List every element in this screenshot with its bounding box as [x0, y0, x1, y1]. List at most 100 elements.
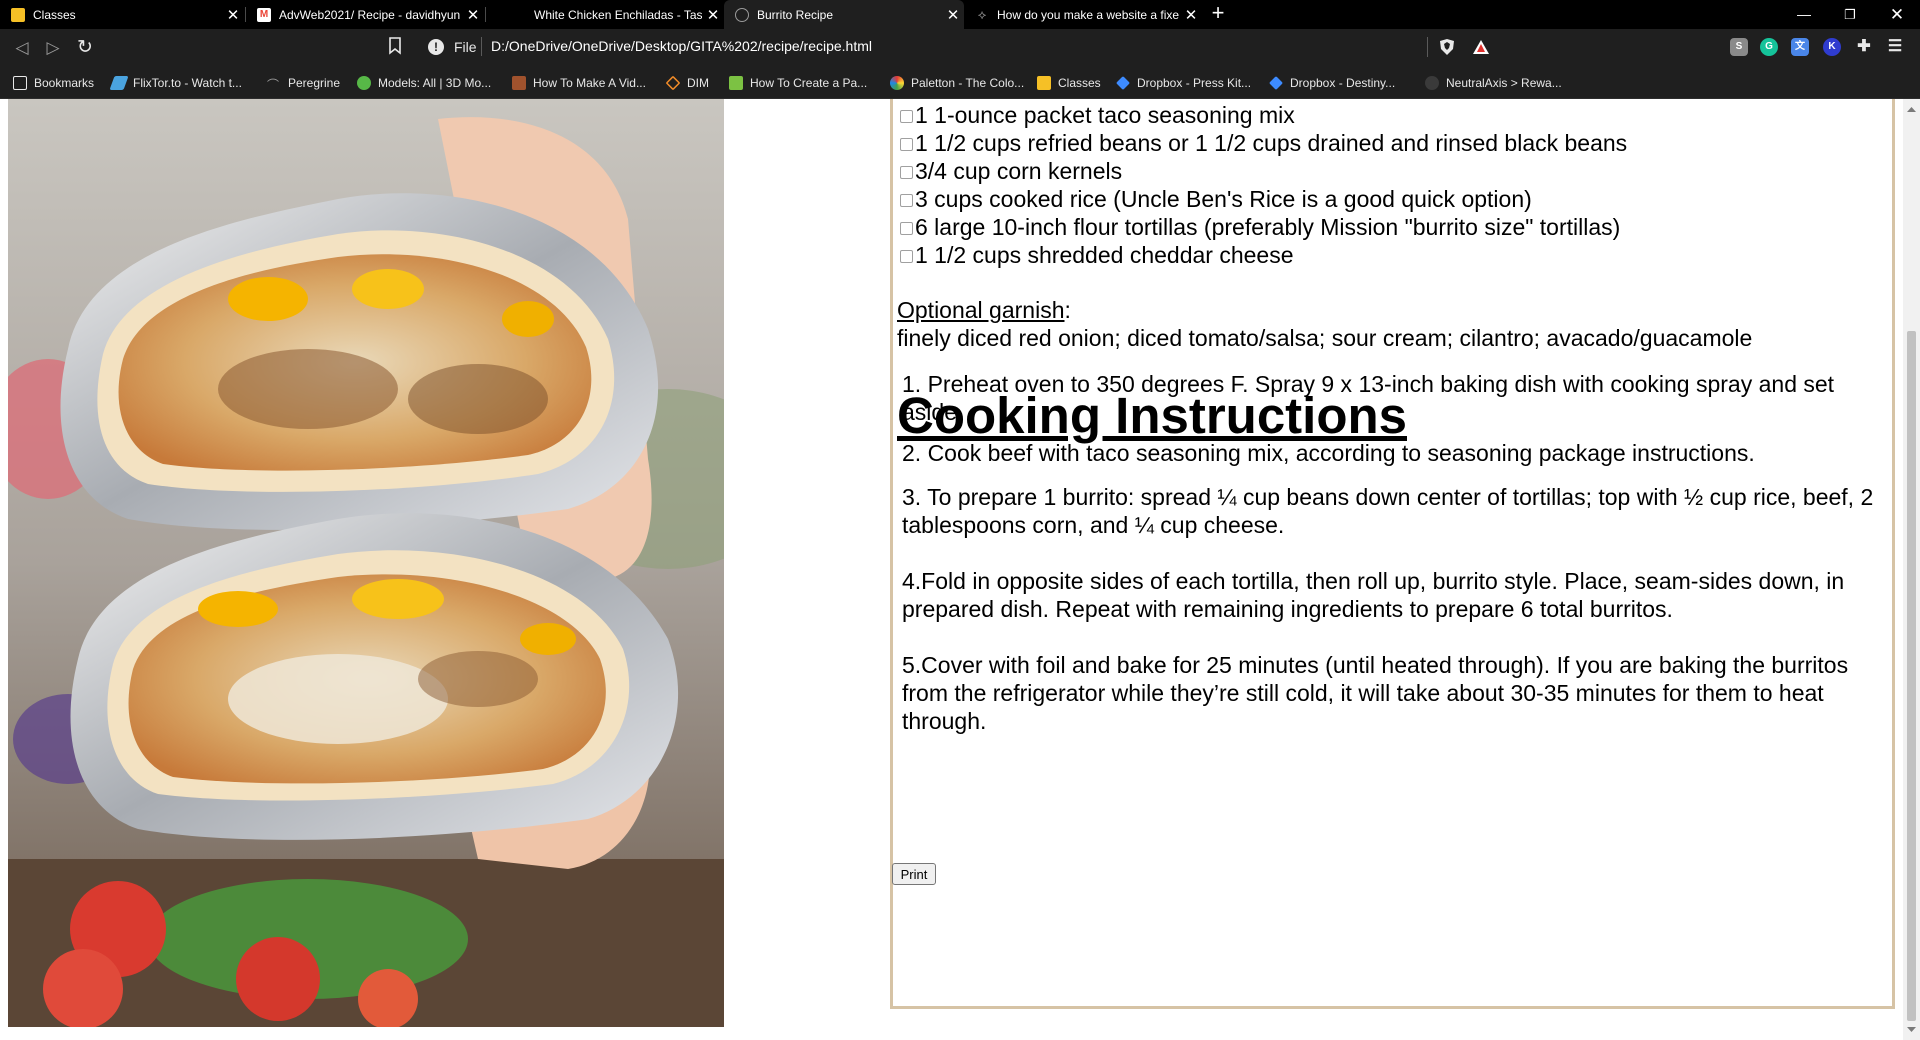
- extension-k-icon[interactable]: K: [1823, 38, 1841, 56]
- bookmark-peregrine[interactable]: ⌒ Peregrine: [267, 73, 340, 93]
- gmail-icon: M: [257, 7, 271, 22]
- reload-icon[interactable]: ↻: [74, 37, 96, 59]
- print-button[interactable]: Print: [892, 863, 936, 885]
- close-icon[interactable]: ✕: [1180, 6, 1202, 24]
- bookmark-dropbox-press-kit[interactable]: Dropbox - Press Kit...: [1116, 73, 1251, 93]
- info-icon[interactable]: !: [428, 39, 444, 55]
- ingredient-text: 1 1/2 cups shredded cheddar cheese: [915, 242, 1294, 268]
- grammarly-icon[interactable]: G: [1760, 38, 1778, 56]
- page-viewport: 1 1-ounce packet taco seasoning mix 1 1/…: [0, 99, 1920, 1040]
- bookmark-label: Bookmarks: [34, 76, 95, 90]
- garnish-heading: Optional garnish:: [897, 296, 1071, 324]
- google-classroom-icon: [1037, 76, 1051, 90]
- tab-classes[interactable]: Classes ✕: [0, 0, 244, 29]
- bookmark-label: Models: All | 3D Mo...: [378, 76, 492, 90]
- list-item: 6 large 10-inch flour tortillas (prefera…: [900, 213, 1627, 241]
- ingredient-checkbox[interactable]: [900, 249, 913, 263]
- tab-fixed-website[interactable]: ⟡ How do you make a website a fixe ✕: [964, 0, 1202, 29]
- close-icon[interactable]: ✕: [702, 6, 724, 24]
- bookmark-paletton[interactable]: Paletton - The Colo...: [890, 73, 1024, 93]
- list-item: 1 1-ounce packet taco seasoning mix: [900, 101, 1627, 129]
- bookmark-dim[interactable]: DIM: [665, 73, 709, 93]
- scroll-down-arrow-icon[interactable]: [1903, 1024, 1920, 1036]
- extensions-puzzle-icon[interactable]: ✚: [1855, 38, 1873, 56]
- ingredient-text: 6 large 10-inch flour tortillas (prefera…: [915, 214, 1621, 240]
- video-icon: [512, 76, 526, 90]
- bookmark-label: Classes: [1058, 76, 1101, 90]
- dropbox-icon: [1116, 76, 1130, 90]
- instruction-step: 5.Cover with foil and bake for 25 minute…: [902, 652, 1849, 734]
- brave-shields-icon[interactable]: [1438, 38, 1456, 56]
- bookmark-dropbox-destiny[interactable]: Dropbox - Destiny...: [1269, 73, 1395, 93]
- back-arrow-icon[interactable]: ◁: [11, 37, 33, 59]
- bookmark-page-icon[interactable]: [388, 37, 402, 55]
- brave-rewards-icon[interactable]: [1472, 38, 1490, 56]
- address-separator: [481, 37, 482, 56]
- instruction-step: 3. To prepare 1 burrito: spread ¼ cup be…: [902, 484, 1874, 538]
- ingredient-checkbox[interactable]: [900, 165, 913, 179]
- neutralaxis-icon: [1425, 76, 1439, 90]
- ingredient-checkbox[interactable]: [900, 193, 913, 207]
- bookmarks-folder[interactable]: Bookmarks: [13, 73, 94, 93]
- garnish-text: finely diced red onion; diced tomato/sal…: [897, 325, 1753, 351]
- flixtor-icon: [109, 76, 129, 90]
- dim-icon: [665, 75, 681, 91]
- page-scrollbar[interactable]: [1903, 99, 1920, 1040]
- address-scheme-label: File: [454, 39, 477, 55]
- tab-strip: Classes ✕ M AdvWeb2021/ Recipe - davidhy…: [0, 0, 1920, 29]
- ingredient-text: 3/4 cup corn kernels: [915, 158, 1123, 184]
- peregrine-icon: ⌒: [267, 78, 280, 92]
- tab-label: Classes: [33, 7, 76, 22]
- bookmarks-bar: Bookmarks FlixTor.to - Watch t... ⌒ Pere…: [0, 67, 1920, 99]
- list-item: 1 1/2 cups refried beans or 1 1/2 cups d…: [900, 129, 1627, 157]
- google-classroom-icon: [11, 7, 25, 22]
- extension-icon[interactable]: S: [1730, 38, 1748, 56]
- close-icon[interactable]: ✕: [462, 6, 484, 24]
- tab-label: Burrito Recipe: [757, 7, 834, 22]
- menu-icon[interactable]: ☰: [1886, 38, 1904, 56]
- scroll-up-arrow-icon[interactable]: [1903, 103, 1920, 115]
- stackoverflow-icon: ⟡: [977, 6, 987, 22]
- burrito-photo: [8, 99, 724, 1027]
- ingredient-text: 1 1/2 cups refried beans or 1 1/2 cups d…: [915, 130, 1628, 156]
- close-icon[interactable]: ✕: [942, 6, 964, 24]
- close-window-button[interactable]: ✕: [1874, 0, 1920, 29]
- ingredient-text: 3 cups cooked rice (Uncle Ben's Rice is …: [915, 186, 1532, 212]
- instruction-step: 2. Cook beef with taco seasoning mix, ac…: [902, 440, 1755, 466]
- ingredient-checkbox[interactable]: [900, 109, 913, 123]
- globe-icon: [735, 7, 749, 22]
- bookmark-label: Peregrine: [288, 76, 341, 90]
- ingredient-checkbox[interactable]: [900, 221, 913, 235]
- forward-arrow-icon[interactable]: ▷: [42, 37, 64, 59]
- bookmark-how-to-create[interactable]: How To Create a Pa...: [729, 73, 867, 93]
- new-tab-button[interactable]: +: [1206, 2, 1230, 26]
- bookmark-label: Paletton - The Colo...: [911, 76, 1025, 90]
- tab-burrito-recipe[interactable]: Burrito Recipe ✕: [724, 0, 964, 29]
- ingredients-list: 1 1-ounce packet taco seasoning mix 1 1/…: [900, 101, 1627, 269]
- tab-advweb-recipe[interactable]: M AdvWeb2021/ Recipe - davidhyun ✕: [246, 0, 484, 29]
- bookmark-neutralaxis[interactable]: NeutralAxis > Rewa...: [1425, 73, 1562, 93]
- ingredient-checkbox[interactable]: [900, 137, 913, 151]
- bookmark-classes[interactable]: Classes: [1037, 73, 1101, 93]
- scrollbar-thumb[interactable]: [1907, 331, 1916, 1021]
- address-divider: [1427, 37, 1428, 57]
- tab-white-chicken-enchiladas[interactable]: White Chicken Enchiladas - Taste a ✕: [486, 0, 724, 29]
- restore-button[interactable]: ❐: [1827, 0, 1873, 29]
- list-item: 3/4 cup corn kernels: [900, 157, 1627, 185]
- close-icon[interactable]: ✕: [222, 6, 244, 24]
- list-item: 3 cups cooked rice (Uncle Ben's Rice is …: [900, 185, 1627, 213]
- translate-icon[interactable]: 文: [1791, 38, 1809, 56]
- bookmark-models[interactable]: Models: All | 3D Mo...: [357, 73, 491, 93]
- bookmark-label: FlixTor.to - Watch t...: [133, 76, 242, 90]
- bookmark-flixtor[interactable]: FlixTor.to - Watch t...: [109, 73, 242, 93]
- tab-label: AdvWeb2021/ Recipe - davidhyun: [279, 7, 461, 22]
- garnish-heading-text: Optional garnish: [897, 297, 1065, 323]
- address-bar[interactable]: D:/OneDrive/OneDrive/Desktop/GITA%202/re…: [491, 38, 1421, 56]
- taste-icon: [512, 8, 526, 22]
- bookmark-how-to-make-a-video[interactable]: How To Make A Vid...: [512, 73, 646, 93]
- minimize-button[interactable]: —: [1781, 0, 1827, 29]
- tab-label: How do you make a website a fixe: [997, 7, 1180, 22]
- ingredient-text: 1 1-ounce packet taco seasoning mix: [915, 102, 1295, 128]
- dropbox-icon: [1269, 76, 1283, 90]
- bookmarks-icon: [13, 76, 27, 90]
